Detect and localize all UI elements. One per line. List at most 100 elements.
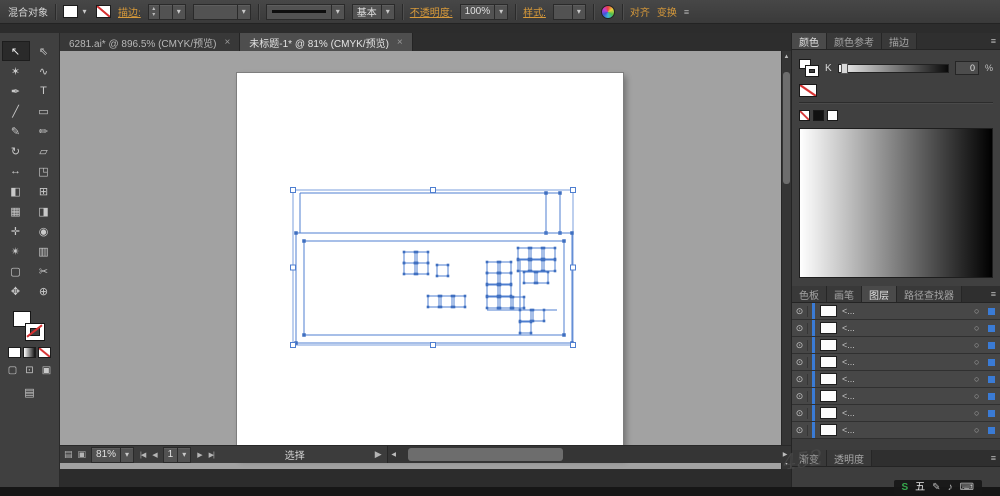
k-channel-slider[interactable] bbox=[837, 62, 949, 74]
fill-color-control[interactable]: ▾ bbox=[63, 5, 89, 18]
transform-link[interactable]: 变换 bbox=[657, 4, 677, 19]
brush-definition-dropdown-icon[interactable]: ▾ bbox=[380, 4, 394, 19]
close-icon[interactable]: × bbox=[224, 37, 230, 48]
panel-tab-颜色参考[interactable]: 颜色参考 bbox=[827, 33, 882, 49]
layer-thumbnail[interactable] bbox=[820, 390, 837, 402]
fill-swatch[interactable] bbox=[63, 5, 78, 18]
grayscale-spectrum-ramp[interactable] bbox=[799, 128, 993, 278]
keyboard-icon[interactable]: ⌨ bbox=[960, 480, 974, 495]
none-swatch[interactable] bbox=[799, 109, 810, 121]
stroke-weight-dropdown-icon[interactable]: ▾ bbox=[171, 4, 185, 19]
recolor-artwork-icon[interactable] bbox=[600, 4, 615, 19]
layer-label[interactable]: <... bbox=[842, 323, 974, 333]
layer-label[interactable]: <... bbox=[842, 425, 974, 435]
stroke-weight-steppers[interactable]: ▴ ▾ bbox=[149, 4, 160, 19]
layer-row[interactable]: ⊙ <... ○ bbox=[792, 337, 1000, 354]
layer-target-icon[interactable]: ○ bbox=[974, 408, 986, 418]
mesh-tool-icon[interactable]: ▦ bbox=[2, 201, 30, 221]
align-link[interactable]: 对齐 bbox=[630, 4, 650, 19]
lasso-tool-icon[interactable]: ∿ bbox=[30, 61, 58, 81]
white-swatch[interactable] bbox=[827, 109, 838, 121]
artboard-tool-icon[interactable]: ▢ bbox=[2, 261, 30, 281]
layer-row[interactable]: ⊙ <... ○ bbox=[792, 320, 1000, 337]
rectangle-tool-icon[interactable]: ▭ bbox=[30, 101, 58, 121]
color-mode-button[interactable] bbox=[8, 347, 21, 358]
layer-label[interactable]: <... bbox=[842, 391, 974, 401]
zoom-dropdown-icon[interactable]: ▾ bbox=[120, 447, 133, 462]
opacity-dropdown[interactable]: 100% ▾ bbox=[459, 3, 509, 20]
layer-thumbnail[interactable] bbox=[820, 356, 837, 368]
layer-selection-square[interactable] bbox=[988, 358, 995, 366]
zoom-tool-icon[interactable]: ⊕ bbox=[30, 281, 58, 301]
visibility-eye-icon[interactable]: ⊙ bbox=[792, 407, 808, 419]
stepper-down-icon[interactable]: ▾ bbox=[149, 12, 159, 18]
status-menu-arrow-icon[interactable]: ▶ bbox=[375, 449, 382, 460]
mini-fill-stroke-indicator[interactable] bbox=[799, 59, 819, 77]
layer-row[interactable]: ⊙ <... ○ bbox=[792, 371, 1000, 388]
close-icon[interactable]: × bbox=[397, 37, 403, 48]
panel-tab-色板[interactable]: 色板 bbox=[792, 286, 827, 302]
panel-tab-颜色[interactable]: 颜色 bbox=[792, 33, 827, 49]
panel-menu-icon[interactable]: ≡ bbox=[991, 33, 996, 49]
page-icon[interactable]: ▤ bbox=[64, 449, 73, 460]
panel-tab-透明度[interactable]: 透明度 bbox=[827, 450, 872, 466]
hand-tool-icon[interactable]: ✥ bbox=[2, 281, 30, 301]
screen-mode-icon[interactable]: ▤ bbox=[24, 382, 34, 402]
control-panel-menu-icon[interactable]: ≡ bbox=[684, 7, 689, 17]
k-slider-thumb[interactable] bbox=[840, 62, 848, 74]
type-tool-icon[interactable]: T bbox=[30, 81, 58, 101]
layer-thumbnail[interactable] bbox=[820, 339, 837, 351]
layer-selection-square[interactable] bbox=[988, 307, 995, 315]
layer-selection-square[interactable] bbox=[988, 426, 995, 434]
panel-tab-渐变[interactable]: 渐变 bbox=[792, 450, 827, 466]
horizontal-scroll-thumb[interactable] bbox=[407, 448, 563, 461]
rotate-tool-icon[interactable]: ↻ bbox=[2, 141, 30, 161]
column-graph-tool-icon[interactable]: ▥ bbox=[30, 241, 58, 261]
vertical-scrollbar[interactable]: ▲ ▼ bbox=[781, 51, 791, 469]
brush-preview-dropdown-icon[interactable]: ▾ bbox=[330, 4, 344, 19]
eyedropper-tool-icon[interactable]: ✛ bbox=[2, 221, 30, 241]
page2-icon[interactable]: ▣ bbox=[78, 449, 87, 460]
next-artboard-button[interactable]: ▶ bbox=[196, 451, 202, 459]
visibility-eye-icon[interactable]: ⊙ bbox=[792, 339, 808, 351]
opacity-panel-link[interactable]: 不透明度: bbox=[410, 4, 453, 19]
panel-tab-路径查找器[interactable]: 路径查找器 bbox=[897, 286, 962, 302]
draw-behind-icon[interactable]: ⊡ bbox=[23, 363, 37, 377]
visibility-eye-icon[interactable]: ⊙ bbox=[792, 424, 808, 436]
layer-thumbnail[interactable] bbox=[820, 373, 837, 385]
document-tab-active[interactable]: 未标题-1* @ 81% (CMYK/预览) × bbox=[240, 33, 413, 51]
fill-dropdown-icon[interactable]: ▾ bbox=[80, 5, 89, 18]
pen-tool-icon[interactable]: ✒ bbox=[2, 81, 30, 101]
stroke-swatch[interactable] bbox=[96, 5, 111, 18]
layer-target-icon[interactable]: ○ bbox=[974, 357, 986, 367]
layer-selection-square[interactable] bbox=[988, 409, 995, 417]
visibility-eye-icon[interactable]: ⊙ bbox=[792, 356, 808, 368]
horizontal-scrollbar[interactable]: ◀ ▶ bbox=[386, 446, 791, 463]
visibility-eye-icon[interactable]: ⊙ bbox=[792, 373, 808, 385]
symbol-sprayer-tool-icon[interactable]: ✴ bbox=[2, 241, 30, 261]
zoom-dropdown[interactable]: 81% ▾ bbox=[91, 446, 135, 463]
layer-selection-square[interactable] bbox=[988, 341, 995, 349]
layer-label[interactable]: <... bbox=[842, 340, 974, 350]
brush-stroke-preview[interactable]: ▾ bbox=[265, 3, 345, 20]
mini-stroke-swatch[interactable] bbox=[806, 66, 818, 76]
document-tab[interactable]: 6281.ai* @ 896.5% (CMYK/预览) × bbox=[60, 33, 241, 51]
layer-thumbnail[interactable] bbox=[820, 322, 837, 334]
horizontal-scroll-track[interactable] bbox=[400, 446, 779, 463]
black-swatch[interactable] bbox=[813, 109, 824, 121]
layer-row[interactable]: ⊙ <... ○ bbox=[792, 405, 1000, 422]
layer-selection-square[interactable] bbox=[988, 375, 995, 383]
selection-tool-icon[interactable]: ↖ bbox=[1, 41, 30, 61]
layer-selection-square[interactable] bbox=[988, 392, 995, 400]
direct-selection-tool-icon[interactable]: ⇖ bbox=[30, 41, 58, 61]
layer-label[interactable]: <... bbox=[842, 357, 974, 367]
pencil-tool-icon[interactable]: ✏ bbox=[30, 121, 58, 141]
layer-target-icon[interactable]: ○ bbox=[974, 391, 986, 401]
slice-tool-icon[interactable]: ✂ bbox=[30, 261, 58, 281]
panel-tab-画笔[interactable]: 画笔 bbox=[827, 286, 862, 302]
pen-mode-icon[interactable]: ✎ bbox=[932, 480, 940, 495]
brush-definition-dropdown[interactable]: 基本 ▾ bbox=[351, 3, 395, 20]
blend-tool-icon[interactable]: ◉ bbox=[30, 221, 58, 241]
layer-row[interactable]: ⊙ <... ○ bbox=[792, 422, 1000, 439]
layer-row[interactable]: ⊙ <... ○ bbox=[792, 388, 1000, 405]
